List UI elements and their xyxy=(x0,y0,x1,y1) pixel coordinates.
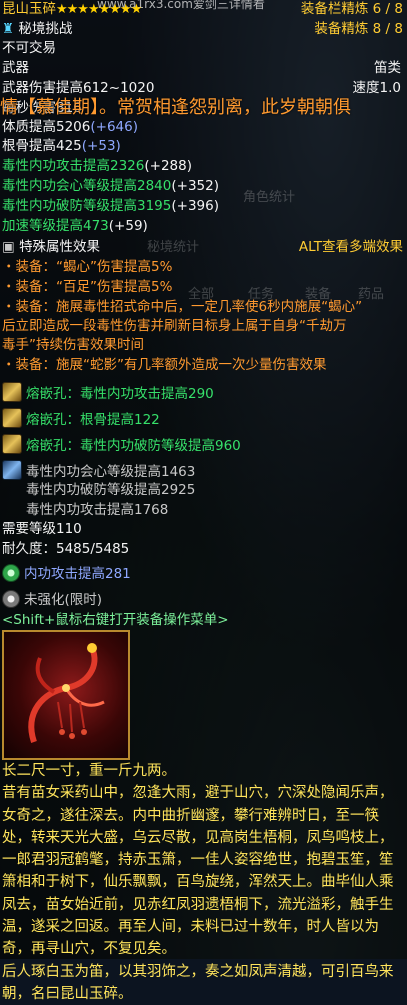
special-effect-line: ・装备：施展毒性招式命中后，一定几率使6秒内施展“蝎心” xyxy=(2,299,363,315)
attr-base: 毒性内功会心等级提高2840 xyxy=(2,178,172,194)
tab-role-stats[interactable]: 角色统计 xyxy=(243,186,295,205)
special-effect-line: 后立即造成一段毒性伤害并刷新目标身上属于自身“千劫万 xyxy=(2,318,347,334)
attr-base: 毒性内功攻击提高2326 xyxy=(2,158,145,174)
wuxing-text: 毒性内功攻击提高1768 xyxy=(26,502,169,518)
tab-dungeon-stats[interactable]: 秘境统计 xyxy=(147,236,199,255)
star-rating: ★★★★★★★★ xyxy=(56,2,142,17)
item-subtype-label: 笛类 xyxy=(374,60,401,76)
special-effect-line: ・装备：施展“蛇影”有几率额外造成一次少量伤害效果 xyxy=(2,357,327,373)
socket-gem-icon xyxy=(2,434,22,454)
item-portrait-image xyxy=(2,630,130,760)
attr-row-4: 毒性内功破防等级提高3195(+396) xyxy=(2,197,219,215)
scrolling-announcement-banner: 情【慕佳期】。常贺相逢怨别离，此岁朝朝俱 xyxy=(0,97,351,118)
socket-row: 熔嵌孔：毒性内功破防等级提高960 xyxy=(2,434,241,454)
socket-row: 熔嵌孔：根骨提高122 xyxy=(2,408,160,428)
weapon-damage: 武器伤害提高612~1020 xyxy=(2,80,155,96)
red-flute-ornament-icon xyxy=(28,643,105,743)
special-effect-line: 毒手”持续伤害效果时间 xyxy=(2,337,144,353)
special-effects-title: 特殊属性效果 xyxy=(19,239,101,255)
dungeon-icon: ♜ xyxy=(2,21,15,37)
attr-base: 毒性内功破防等级提高3195 xyxy=(2,198,172,214)
attr-bonus: (+396) xyxy=(171,198,219,214)
attr-row-1: 根骨提高425(+53) xyxy=(2,137,121,155)
wuxing-stone-icon xyxy=(2,460,22,480)
attr-row-5: 加速等级提高473(+59) xyxy=(2,217,148,235)
context-menu-hint: <Shift+鼠标右键打开装备操作菜单> xyxy=(2,612,229,628)
enhance-text: 未强化(限时) xyxy=(24,592,103,608)
required-level: 需要等级110 xyxy=(2,521,82,537)
wuxing-row: 毒性内功会心等级提高1463 xyxy=(2,460,196,480)
special-effect-line: ・装备：“蝎心”伤害提高5% xyxy=(2,259,173,275)
durability: 耐久度：5485/5485 xyxy=(2,541,130,557)
tradeable-label: 不可交易 xyxy=(2,40,56,56)
attr-bonus: (+53) xyxy=(81,138,121,154)
equip-refine-level: 装备精炼 8 / 8 xyxy=(314,21,403,37)
attr-bonus: (+59) xyxy=(108,218,148,234)
attr-row-3: 毒性内功会心等级提高2840(+352) xyxy=(2,177,219,195)
item-title-row: 昆山玉碎★★★★★★★★ xyxy=(2,0,142,18)
wuxing-text: 毒性内功会心等级提高1463 xyxy=(26,464,196,480)
attr-bonus: (+352) xyxy=(171,178,219,194)
attr-row-0: 体质提高5206(+646) xyxy=(2,118,138,136)
weapon-speed: 速度1.0 xyxy=(352,80,401,96)
special-effects-header: ▣ 特殊属性效果 xyxy=(2,238,100,256)
attr-base: 根骨提高425 xyxy=(2,138,82,154)
wuxing-text: 毒性内功破防等级提高2925 xyxy=(26,482,196,498)
special-effect-line: ・装备：“百足”伤害提高5% xyxy=(2,279,173,295)
socket-text: 熔嵌孔：根骨提高122 xyxy=(26,412,160,428)
item-name: 昆山玉碎 xyxy=(2,1,56,17)
item-tooltip-panel: www.a1rx3.com爱剑三详情看 昆山玉碎★★★★★★★★ 装备栏精炼 6… xyxy=(0,0,407,1002)
attr-bonus: (+288) xyxy=(144,158,192,174)
attr-row-2: 毒性内功攻击提高2326(+288) xyxy=(2,157,192,175)
monitor-icon: ▣ xyxy=(2,239,15,255)
attr-base: 体质提高5206 xyxy=(2,119,91,135)
enchant-icon xyxy=(2,564,20,582)
slot-refine-level: 装备栏精炼 6 / 8 xyxy=(300,1,403,17)
item-type-label: 武器 xyxy=(2,60,29,76)
enhance-row: 未强化(限时) xyxy=(2,590,102,608)
alt-hint: ALT查看多端效果 xyxy=(298,239,403,255)
item-lore-description: 长二尺一寸，重一斤九两。 昔有苗女采药山中，忽逢大雨，避于山穴，穴深处隐闻乐声，… xyxy=(2,763,394,1002)
socket-gem-icon xyxy=(2,382,22,402)
socket-gem-icon xyxy=(2,408,22,428)
socket-text: 熔嵌孔：毒性内功破防等级提高960 xyxy=(26,438,241,454)
bind-source-label: 秘境挑战 xyxy=(18,21,73,37)
socket-row: 熔嵌孔：毒性内功攻击提高290 xyxy=(2,382,214,402)
enchant-text: 内功攻击提高281 xyxy=(24,566,131,582)
enhance-icon xyxy=(2,590,20,608)
attr-base: 加速等级提高473 xyxy=(2,218,109,234)
socket-text: 熔嵌孔：毒性内功攻击提高290 xyxy=(26,386,214,402)
attr-bonus: (+646) xyxy=(90,119,138,135)
enchant-row: 内功攻击提高281 xyxy=(2,564,131,582)
bind-source-row: ♜ 秘境挑战 xyxy=(2,20,72,38)
